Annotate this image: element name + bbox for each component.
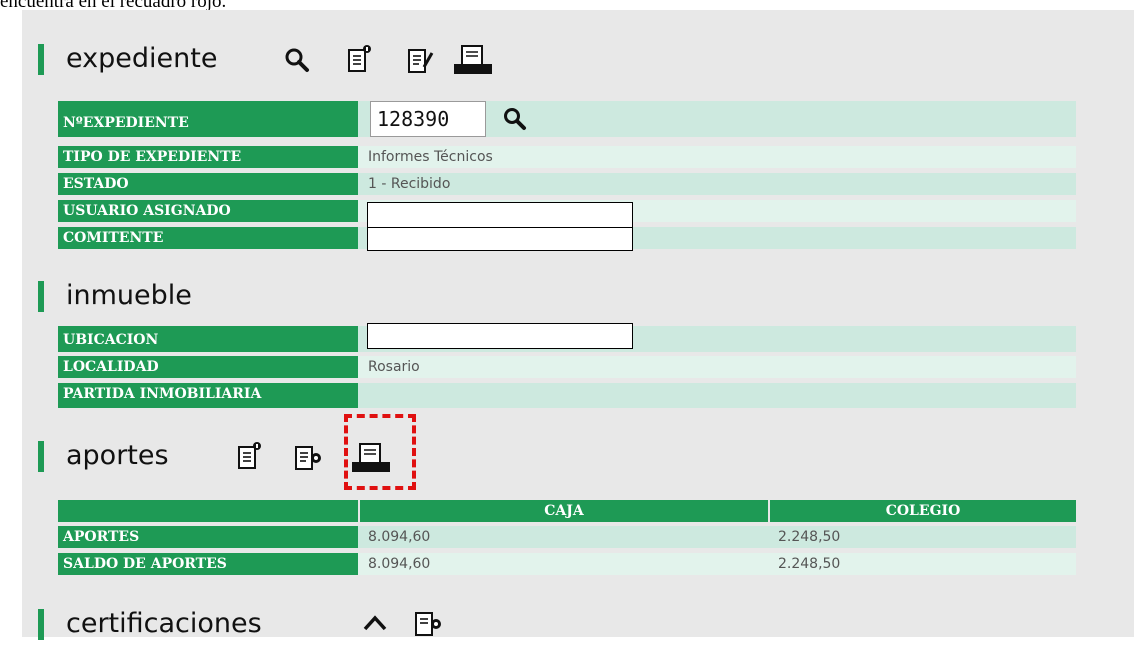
search-icon[interactable] <box>502 106 528 132</box>
document-edit-icon[interactable] <box>405 45 437 77</box>
row-label: PARTIDA INMOBILIARIA <box>58 383 358 408</box>
search-icon[interactable] <box>282 45 312 75</box>
table-row: APORTES 8.094,60 2.248,50 <box>58 526 1076 548</box>
expediente-number-input[interactable]: 128390 <box>370 101 486 137</box>
table-row: NºEXPEDIENTE <box>58 101 1076 137</box>
column-header-colegio: COLEGIO <box>770 500 1076 522</box>
column-header-caja: CAJA <box>360 500 768 522</box>
section-title: inmueble <box>66 280 192 311</box>
table-row: TIPO DE EXPEDIENTE Informes Técnicos <box>58 146 1076 168</box>
row-label: ESTADO <box>58 173 358 195</box>
column-header <box>58 500 358 522</box>
table-row: SALDO DE APORTES 8.094,60 2.248,50 <box>58 553 1076 575</box>
row-label: UBICACION <box>58 326 358 352</box>
row-value <box>360 383 1076 408</box>
cell-caja: 8.094,60 <box>368 529 431 545</box>
section-accent-bar <box>38 609 44 640</box>
redacted-field <box>367 202 633 228</box>
table-row: PARTIDA INMOBILIARIA <box>58 383 1076 408</box>
printer-icon[interactable] <box>452 44 494 78</box>
document-info-icon[interactable] <box>235 440 267 472</box>
row-label: TIPO DE EXPEDIENTE <box>58 146 358 168</box>
table-row: ESTADO 1 - Recibido <box>58 173 1076 195</box>
aportes-table: CAJA COLEGIO APORTES 8.094,60 2.248,50 S… <box>58 500 1076 582</box>
chevron-up-icon[interactable] <box>362 612 388 632</box>
highlight-box <box>344 414 416 490</box>
redacted-field <box>367 323 633 349</box>
document-info-icon[interactable] <box>345 43 377 75</box>
cell-colegio: 2.248,50 <box>778 529 841 545</box>
redacted-field <box>367 227 633 251</box>
row-label: SALDO DE APORTES <box>58 553 358 575</box>
section-title: expediente <box>66 43 218 74</box>
cell-colegio: 2.248,50 <box>778 556 841 572</box>
row-label: APORTES <box>58 526 358 548</box>
section-accent-bar <box>38 44 44 75</box>
table-row: LOCALIDAD Rosario <box>58 356 1076 378</box>
section-header-expediente: expediente <box>38 41 638 81</box>
document-add-icon[interactable] <box>292 442 326 474</box>
document-add-icon[interactable] <box>412 608 446 637</box>
row-value: 1 - Recibido <box>368 176 451 192</box>
section-title: aportes <box>66 440 169 471</box>
row-label: USUARIO ASIGNADO <box>58 200 358 222</box>
cell-caja: 8.094,60 <box>368 556 431 572</box>
section-header-inmueble: inmueble <box>38 278 438 318</box>
row-value: Rosario <box>368 359 420 375</box>
section-accent-bar <box>38 281 44 312</box>
row-label: NºEXPEDIENTE <box>58 101 358 137</box>
row-label: LOCALIDAD <box>58 356 358 378</box>
section-accent-bar <box>38 441 44 472</box>
row-value: Informes Técnicos <box>368 149 493 165</box>
row-label: COMITENTE <box>58 227 358 249</box>
